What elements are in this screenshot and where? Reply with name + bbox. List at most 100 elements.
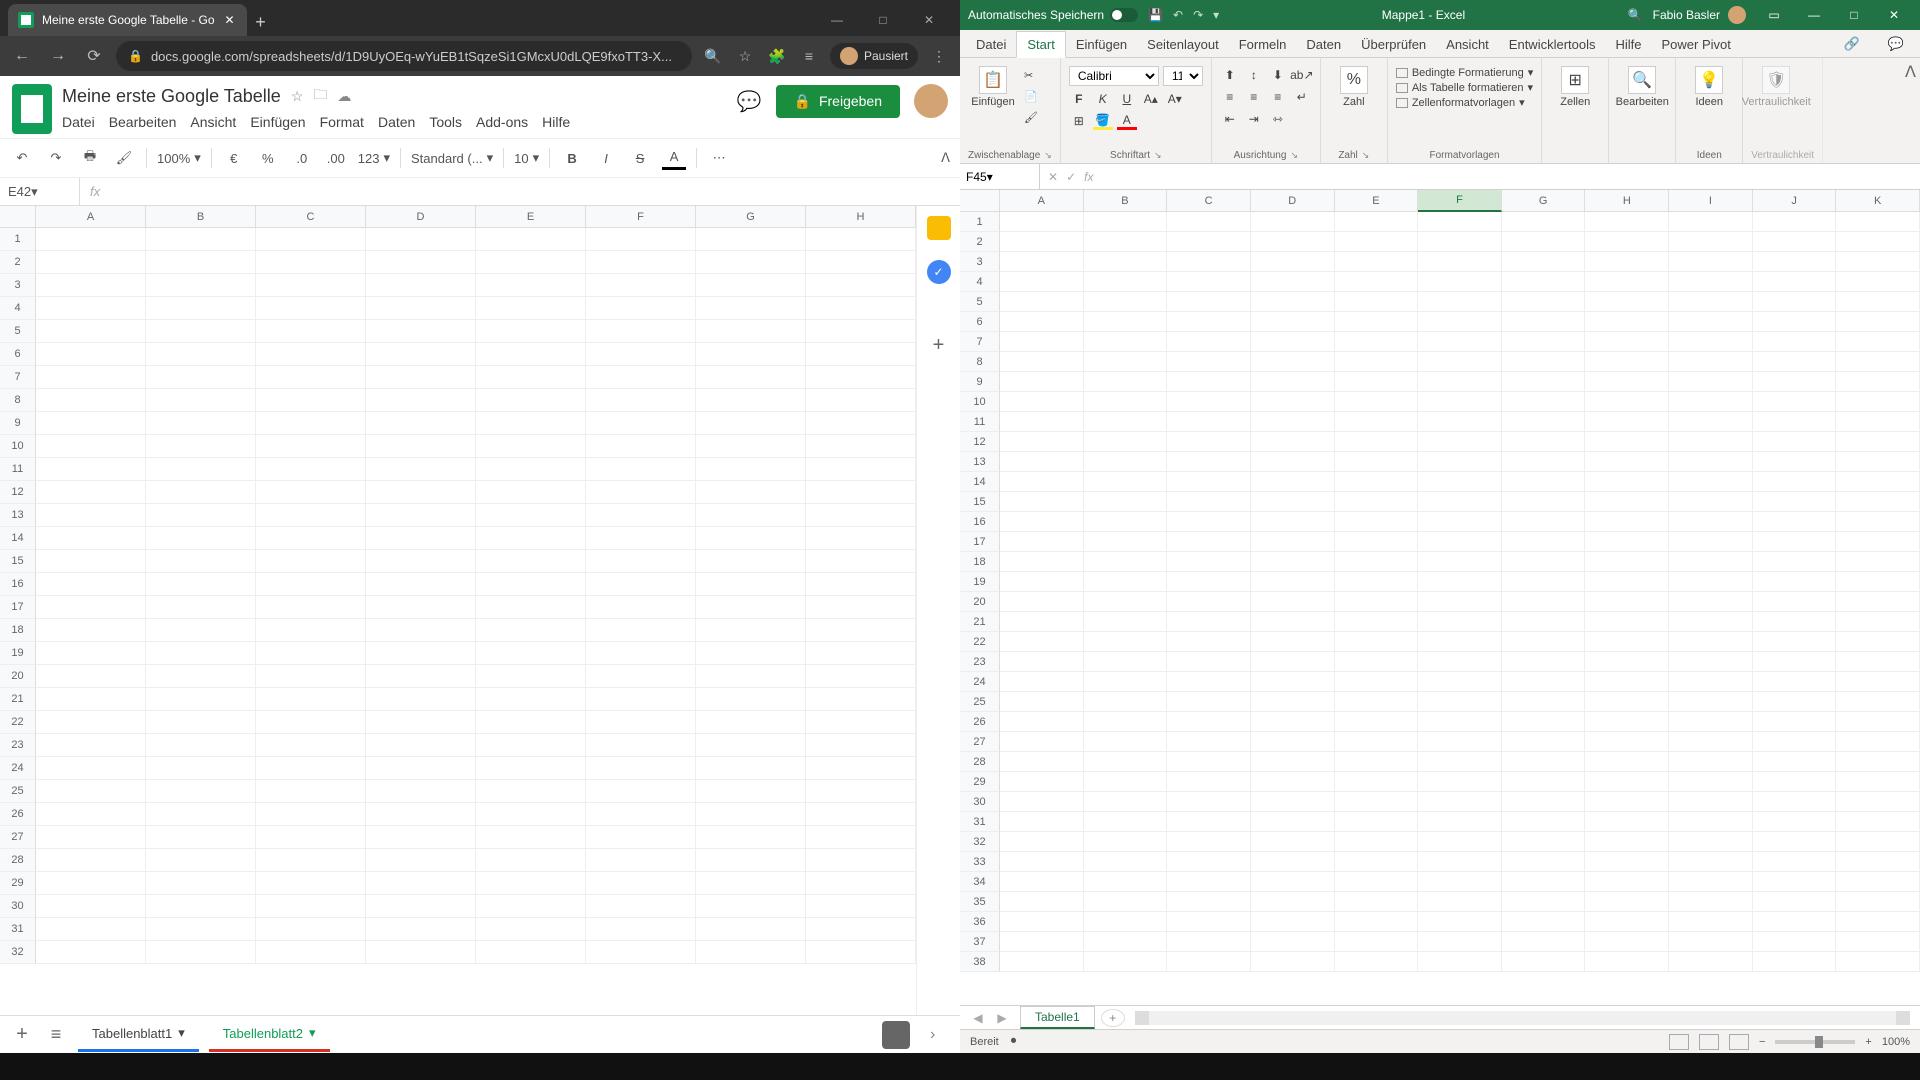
row-header[interactable]: 9: [960, 372, 1000, 392]
cell[interactable]: [1418, 772, 1502, 792]
cell[interactable]: [476, 895, 586, 918]
cell[interactable]: [1084, 572, 1168, 592]
cell[interactable]: [1167, 312, 1251, 332]
cell[interactable]: [36, 550, 146, 573]
cell[interactable]: [36, 573, 146, 596]
minimize-button[interactable]: —: [814, 4, 860, 36]
row-header[interactable]: 38: [960, 952, 1000, 972]
cell[interactable]: [1502, 272, 1586, 292]
cell[interactable]: [1836, 552, 1920, 572]
cell[interactable]: [1000, 532, 1084, 552]
cell[interactable]: [1000, 732, 1084, 752]
cell[interactable]: [1167, 912, 1251, 932]
cell[interactable]: [1000, 752, 1084, 772]
cell[interactable]: [1251, 732, 1335, 752]
cell[interactable]: [1836, 852, 1920, 872]
cell[interactable]: [1000, 492, 1084, 512]
cell[interactable]: [806, 803, 916, 826]
cell[interactable]: [1836, 672, 1920, 692]
cell[interactable]: [1418, 832, 1502, 852]
cell[interactable]: [1335, 772, 1419, 792]
cell[interactable]: [586, 895, 696, 918]
cell[interactable]: [1000, 712, 1084, 732]
browser-tab[interactable]: Meine erste Google Tabelle - Go ✕: [8, 4, 247, 36]
cell[interactable]: [806, 826, 916, 849]
ribbon-display-icon[interactable]: ▭: [1756, 8, 1792, 22]
cell[interactable]: [366, 297, 476, 320]
cell[interactable]: [146, 389, 256, 412]
cell[interactable]: [366, 389, 476, 412]
cell[interactable]: [1000, 372, 1084, 392]
cell[interactable]: [806, 596, 916, 619]
cell[interactable]: [1836, 792, 1920, 812]
cell[interactable]: [1251, 292, 1335, 312]
cell[interactable]: [1669, 312, 1753, 332]
row-header[interactable]: 1: [960, 212, 1000, 232]
cell[interactable]: [1251, 332, 1335, 352]
excel-formula-input[interactable]: [1101, 164, 1920, 189]
collapse-toolbar-icon[interactable]: ᐱ: [941, 150, 950, 166]
cell[interactable]: [1669, 952, 1753, 972]
cell[interactable]: [1167, 652, 1251, 672]
cell[interactable]: [366, 688, 476, 711]
row-header[interactable]: 8: [0, 389, 36, 412]
cell[interactable]: [1084, 772, 1168, 792]
cell[interactable]: [476, 757, 586, 780]
cell[interactable]: [1251, 812, 1335, 832]
cell[interactable]: [1167, 592, 1251, 612]
cell[interactable]: [1836, 292, 1920, 312]
copy-button[interactable]: 📄: [1024, 87, 1038, 105]
cell[interactable]: [1836, 432, 1920, 452]
cell[interactable]: [1251, 492, 1335, 512]
cell[interactable]: [1167, 952, 1251, 972]
cell[interactable]: [1669, 252, 1753, 272]
cell[interactable]: [1251, 252, 1335, 272]
row-header[interactable]: 32: [0, 941, 36, 964]
cell[interactable]: [696, 803, 806, 826]
cell[interactable]: [1585, 792, 1669, 812]
cell[interactable]: [1836, 892, 1920, 912]
cell[interactable]: [1251, 832, 1335, 852]
cell[interactable]: [1418, 632, 1502, 652]
cell[interactable]: [1836, 912, 1920, 932]
col-header[interactable]: D: [366, 206, 476, 228]
cell[interactable]: [146, 918, 256, 941]
maximize-button[interactable]: □: [860, 4, 906, 36]
cell[interactable]: [146, 481, 256, 504]
cell[interactable]: [1167, 372, 1251, 392]
row-header[interactable]: 7: [960, 332, 1000, 352]
cell[interactable]: [1335, 952, 1419, 972]
cell[interactable]: [1502, 232, 1586, 252]
cell[interactable]: [1418, 212, 1502, 232]
cell[interactable]: [1084, 212, 1168, 232]
row-header[interactable]: 11: [960, 412, 1000, 432]
cell[interactable]: [1251, 212, 1335, 232]
horizontal-scrollbar[interactable]: [1135, 1011, 1910, 1025]
cell[interactable]: [696, 274, 806, 297]
zoom-select[interactable]: 100% ▾: [157, 150, 201, 166]
comments-icon[interactable]: 💬: [737, 89, 762, 114]
cell[interactable]: [366, 872, 476, 895]
move-folder-icon[interactable]: 🗀: [313, 84, 327, 108]
col-header[interactable]: B: [146, 206, 256, 228]
cell[interactable]: [1502, 912, 1586, 932]
scroll-left-icon[interactable]: [1135, 1011, 1149, 1025]
cell[interactable]: [1167, 292, 1251, 312]
excel-sheet-tab[interactable]: Tabelle1: [1020, 1006, 1095, 1029]
cell[interactable]: [1753, 892, 1837, 912]
cell[interactable]: [1084, 432, 1168, 452]
row-header[interactable]: 9: [0, 412, 36, 435]
cell[interactable]: [806, 504, 916, 527]
cut-button[interactable]: ✂: [1024, 66, 1038, 84]
format-as-table-button[interactable]: Als Tabelle formatieren ▾: [1396, 81, 1533, 94]
cell[interactable]: [1251, 472, 1335, 492]
cell[interactable]: [1502, 812, 1586, 832]
cell[interactable]: [1502, 392, 1586, 412]
cell[interactable]: [1502, 612, 1586, 632]
row-header[interactable]: 17: [960, 532, 1000, 552]
cell[interactable]: [1418, 352, 1502, 372]
cell[interactable]: [476, 688, 586, 711]
cell[interactable]: [1418, 592, 1502, 612]
row-header[interactable]: 1: [0, 228, 36, 251]
cell[interactable]: [36, 435, 146, 458]
